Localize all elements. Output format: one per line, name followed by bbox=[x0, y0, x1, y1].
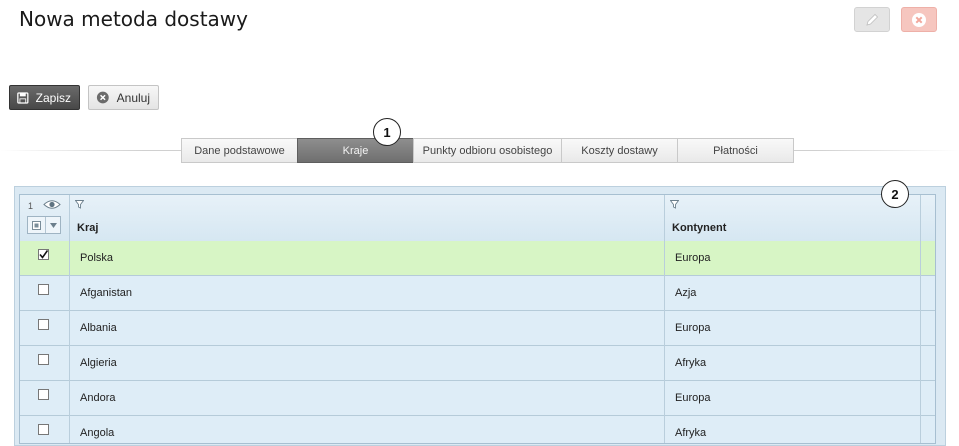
column-header-kraj[interactable]: Kraj bbox=[77, 222, 98, 234]
column-divider bbox=[664, 195, 665, 443]
table-row[interactable]: Polska Europa bbox=[20, 241, 935, 276]
tab-platnosci[interactable]: Płatności bbox=[677, 138, 794, 163]
cancel-button-label: Anuluj bbox=[116, 90, 150, 105]
select-all-dropdown[interactable] bbox=[27, 216, 61, 234]
cell-continent: Afryka bbox=[675, 357, 707, 369]
table-row[interactable]: Afganistan Azja bbox=[20, 276, 935, 311]
cell-country: Afganistan bbox=[80, 287, 132, 299]
cell-continent: Europa bbox=[675, 322, 711, 334]
tab-dane-podstawowe[interactable]: Dane podstawowe bbox=[181, 138, 298, 163]
checkbox-partial-icon bbox=[32, 220, 41, 230]
floppy-disk-icon bbox=[17, 91, 29, 104]
close-button[interactable] bbox=[901, 7, 937, 32]
row-checkbox[interactable] bbox=[38, 319, 49, 330]
pencil-icon bbox=[866, 13, 879, 26]
row-checkbox[interactable] bbox=[38, 389, 49, 400]
caret-down-icon bbox=[49, 222, 57, 228]
row-checkbox[interactable] bbox=[38, 249, 49, 260]
visible-columns-count: 1 bbox=[28, 201, 34, 211]
table-row[interactable]: Andora Europa bbox=[20, 381, 935, 416]
cell-continent: Azja bbox=[675, 287, 697, 299]
row-checkbox[interactable] bbox=[38, 424, 49, 435]
checkmark-icon bbox=[39, 250, 48, 259]
x-circle-icon bbox=[96, 91, 109, 104]
cell-country: Andora bbox=[80, 392, 116, 404]
save-button-label: Zapisz bbox=[35, 90, 71, 105]
row-checkbox[interactable] bbox=[38, 284, 49, 295]
table-row[interactable]: Albania Europa bbox=[20, 311, 935, 346]
table-row[interactable]: Algieria Afryka bbox=[20, 346, 935, 381]
grid-header: 1 Kraj Kontynent bbox=[20, 195, 935, 242]
column-header-kontynent[interactable]: Kontynent bbox=[672, 222, 726, 234]
cell-country: Polska bbox=[80, 252, 114, 264]
x-circle-icon bbox=[912, 12, 926, 27]
tab-punkty-odbioru[interactable]: Punkty odbioru osobistego bbox=[413, 138, 562, 163]
cell-continent: Europa bbox=[675, 392, 711, 404]
tab-bar: Dane podstawowe Kraje Punkty odbioru oso… bbox=[181, 138, 794, 163]
tab-koszty-dostawy[interactable]: Koszty dostawy bbox=[561, 138, 678, 163]
table-row[interactable]: Angola Afryka bbox=[20, 416, 935, 443]
callout-marker-2: 2 bbox=[881, 180, 909, 208]
cell-continent: Europa bbox=[675, 252, 711, 264]
filter-icon[interactable] bbox=[75, 200, 84, 209]
row-checkbox[interactable] bbox=[38, 354, 49, 365]
edit-button[interactable] bbox=[854, 7, 890, 32]
eye-icon[interactable] bbox=[43, 199, 61, 210]
page-title: Nowa metoda dostawy bbox=[19, 7, 248, 31]
cell-continent: Afryka bbox=[675, 427, 707, 439]
countries-grid: 1 Kraj Kontynent Polska Europa Afganista… bbox=[19, 194, 936, 444]
cancel-button[interactable]: Anuluj bbox=[88, 85, 159, 110]
cell-country: Angola bbox=[80, 427, 115, 439]
cell-country: Algieria bbox=[80, 357, 117, 369]
filter-icon[interactable] bbox=[670, 200, 679, 209]
cell-country: Albania bbox=[80, 322, 117, 334]
column-divider bbox=[920, 195, 921, 443]
select-dropdown-toggle[interactable] bbox=[46, 217, 60, 233]
callout-marker-1: 1 bbox=[373, 118, 401, 146]
select-all-checkbox[interactable] bbox=[28, 217, 46, 233]
column-divider bbox=[69, 195, 70, 443]
save-button[interactable]: Zapisz bbox=[9, 85, 80, 110]
